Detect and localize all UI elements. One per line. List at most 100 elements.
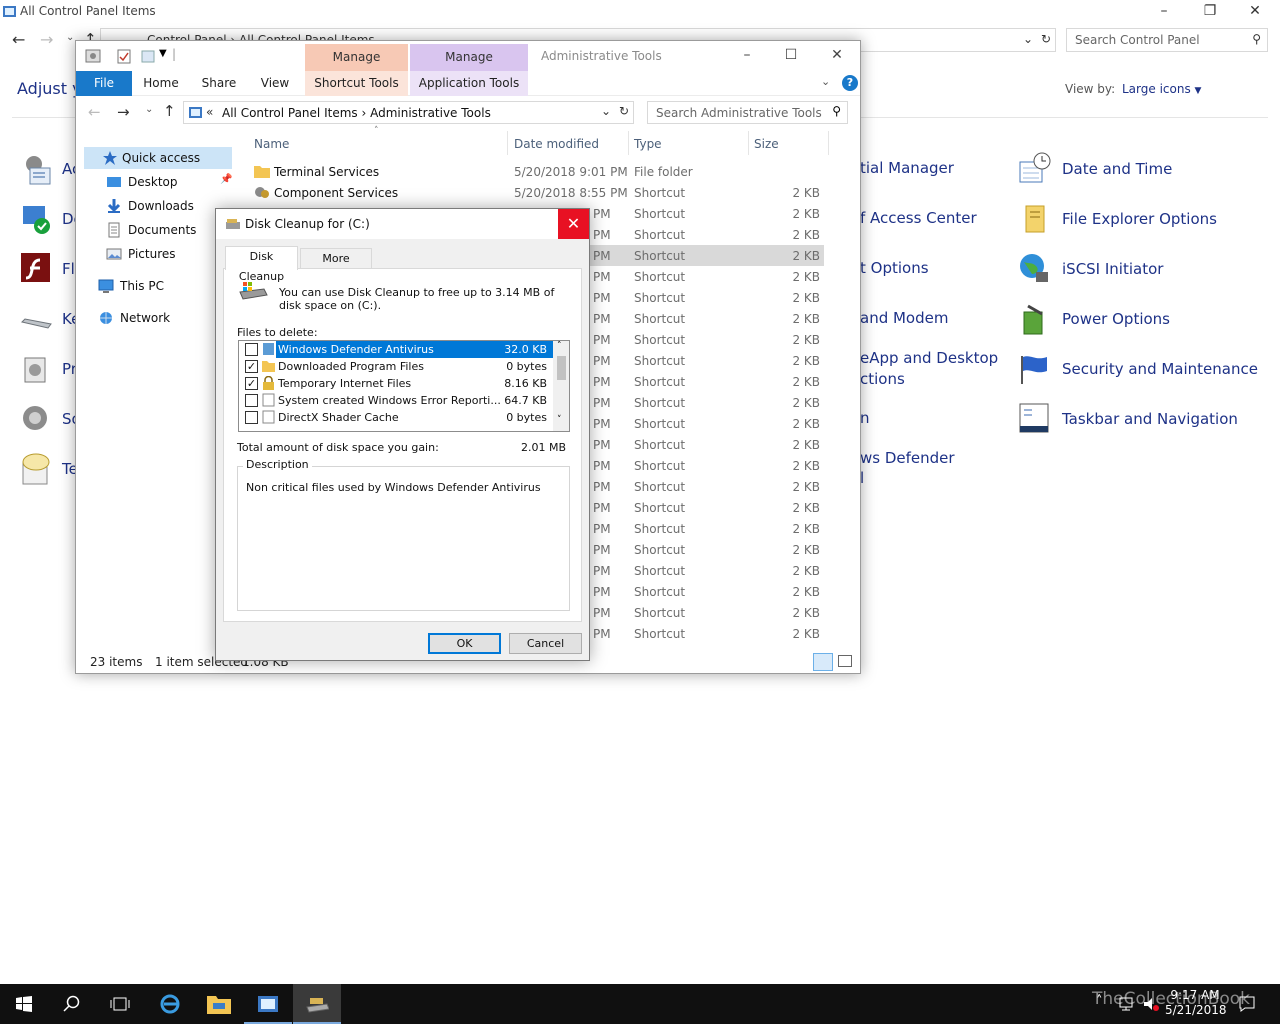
scroll-up-icon[interactable]: ˄ — [557, 341, 562, 351]
explorer-recent-icon[interactable]: ⌄ — [145, 104, 153, 115]
clock[interactable]: 9:17 AM 5/21/2018 — [1165, 988, 1227, 1018]
address-overflow[interactable]: « — [206, 105, 213, 119]
recent-locations-icon[interactable]: ⌄ — [66, 32, 74, 43]
breadcrumb-administrative-tools[interactable]: Administrative Tools — [370, 106, 491, 120]
minimize-button[interactable]: – — [1141, 0, 1187, 24]
pin-icon[interactable]: 📌 — [220, 174, 232, 185]
column-separator[interactable] — [507, 131, 508, 155]
task-view-button[interactable] — [96, 984, 144, 1024]
nav-documents[interactable]: Documents — [106, 219, 232, 241]
breadcrumb-all-control-panel-items[interactable]: All Control Panel Items — [222, 106, 358, 120]
properties-icon[interactable] — [116, 48, 132, 64]
volume-muted-icon[interactable] — [1142, 996, 1160, 1012]
tab-view[interactable]: View — [252, 71, 298, 96]
action-center-icon[interactable] — [1238, 995, 1256, 1013]
new-folder-icon[interactable] — [140, 48, 156, 64]
checkbox[interactable] — [245, 411, 258, 424]
list-item-directx-shader-cache[interactable]: DirectX Shader Cache 0 bytes — [239, 409, 553, 426]
column-separator[interactable] — [828, 131, 829, 155]
dialog-close-button[interactable]: ✕ — [558, 209, 589, 239]
address-dropdown-icon[interactable]: ⌄ — [1023, 32, 1033, 46]
explorer-close-button[interactable]: ✕ — [814, 44, 860, 68]
checkbox-checked[interactable]: ✓ — [245, 377, 258, 390]
taskbar-internet-explorer[interactable] — [146, 984, 194, 1024]
list-item-downloaded-program-files[interactable]: ✓ Downloaded Program Files 0 bytes — [239, 358, 553, 375]
checkbox-checked[interactable]: ✓ — [245, 360, 258, 373]
list-scrollbar[interactable]: ˄ ˅ — [553, 341, 569, 431]
cancel-button[interactable]: Cancel — [509, 633, 582, 654]
file-size: 2 KB — [792, 333, 820, 347]
files-to-delete-list[interactable]: Windows Defender Antivirus 32.0 KB ✓ Dow… — [238, 340, 570, 432]
large-icons-view-icon[interactable] — [838, 655, 852, 667]
ok-button[interactable]: OK — [428, 633, 501, 654]
taskbar-file-explorer[interactable] — [195, 984, 243, 1024]
explorer-refresh-icon[interactable]: ↻ — [619, 104, 629, 118]
refresh-icon[interactable]: ↻ — [1041, 32, 1051, 46]
explorer-maximize-button[interactable]: ☐ — [768, 44, 814, 68]
help-icon[interactable]: ? — [842, 75, 858, 91]
start-button[interactable] — [0, 984, 48, 1024]
nav-documents-label: Documents — [128, 223, 197, 237]
cp-item-credential-manager[interactable]: tial Manager — [860, 159, 954, 177]
explorer-minimize-button[interactable]: – — [724, 44, 770, 68]
column-separator[interactable] — [628, 131, 629, 155]
explorer-search-input[interactable]: Search Administrative Tools ⚲ — [647, 101, 848, 124]
explorer-back-icon[interactable]: ← — [88, 103, 101, 121]
tab-file[interactable]: File — [76, 71, 132, 96]
checkbox[interactable] — [245, 394, 258, 407]
explorer-forward-icon[interactable]: → — [117, 103, 130, 121]
tab-shortcut-tools[interactable]: Shortcut Tools — [305, 71, 408, 96]
search-button[interactable] — [48, 984, 96, 1024]
network-status-icon[interactable] — [1118, 996, 1136, 1012]
nav-downloads[interactable]: Downloads — [106, 195, 232, 217]
context-tab-manage-shortcut[interactable]: Manage — [305, 44, 408, 71]
nav-desktop[interactable]: Desktop 📌 — [106, 171, 232, 193]
cp-item-remoteapp[interactable]: eApp and Desktop — [860, 349, 998, 367]
nav-quick-access[interactable]: Quick access — [84, 147, 232, 169]
taskbar-control-panel[interactable] — [244, 984, 292, 1024]
list-item-windows-defender[interactable]: Windows Defender Antivirus 32.0 KB — [239, 341, 553, 358]
column-separator[interactable] — [748, 131, 749, 155]
nav-pictures[interactable]: Pictures — [106, 243, 232, 265]
cp-item-windows-defender[interactable]: ws Defender — [860, 449, 955, 467]
tab-disk-cleanup[interactable]: Disk Cleanup — [225, 246, 298, 283]
search-input[interactable]: Search Control Panel ⚲ — [1066, 28, 1268, 52]
customize-qat-icon[interactable]: ▼ — [159, 48, 167, 59]
explorer-up-icon[interactable]: ↑ — [163, 102, 176, 120]
back-arrow-icon[interactable]: ← — [12, 30, 25, 49]
column-date-modified[interactable]: Date modified — [514, 137, 599, 151]
explorer-address-dropdown-icon[interactable]: ⌄ — [601, 104, 611, 118]
restore-button[interactable]: ❐ — [1187, 0, 1233, 24]
list-item-error-reporting[interactable]: System created Windows Error Reporti... … — [239, 392, 553, 409]
scroll-down-icon[interactable]: ˅ — [557, 415, 562, 425]
view-by-dropdown[interactable]: Large icons ▼ — [1122, 82, 1201, 96]
list-item-temporary-internet-files[interactable]: ✓ Temporary Internet Files 8.16 KB — [239, 375, 553, 392]
cp-item-internet-options[interactable]: t Options — [860, 259, 929, 277]
cp-item-phone-modem[interactable]: and Modem — [860, 309, 948, 327]
scroll-thumb[interactable] — [557, 356, 566, 380]
nav-network[interactable]: Network — [98, 307, 232, 329]
column-type[interactable]: Type — [634, 137, 662, 151]
column-name[interactable]: Name — [254, 137, 289, 151]
nav-this-pc[interactable]: This PC — [98, 275, 232, 297]
cp-item-system[interactable]: n — [860, 409, 870, 427]
tab-application-tools[interactable]: Application Tools — [410, 71, 528, 96]
cp-item-ease-of-access[interactable]: f Access Center — [860, 209, 977, 227]
table-row[interactable]: Terminal Services 5/20/2018 9:01 PM File… — [236, 161, 824, 182]
expand-ribbon-icon[interactable]: ⌄ — [821, 75, 830, 88]
details-view-icon[interactable] — [813, 653, 833, 671]
explorer-address-bar[interactable]: « All Control Panel Items › Administrati… — [183, 101, 634, 124]
tab-more-options[interactable]: More Options — [300, 248, 372, 285]
column-size[interactable]: Size — [754, 137, 779, 151]
forward-arrow-icon[interactable]: → — [40, 30, 53, 49]
close-button[interactable]: ✕ — [1232, 0, 1278, 24]
checkbox[interactable] — [245, 343, 258, 356]
taskbar: TheCollectionBook ˄ 9:17 AM 5/21/2018 — [0, 984, 1280, 1024]
tab-home[interactable]: Home — [138, 71, 184, 96]
context-tab-manage-application[interactable]: Manage — [410, 44, 528, 71]
tab-share[interactable]: Share — [196, 71, 242, 96]
clock-date: 5/21/2018 — [1165, 1003, 1227, 1017]
show-hidden-icons-icon[interactable]: ˄ — [1096, 994, 1103, 1009]
table-row[interactable]: Component Services 5/20/2018 8:55 PM Sho… — [236, 182, 824, 203]
taskbar-disk-cleanup[interactable] — [293, 984, 341, 1024]
